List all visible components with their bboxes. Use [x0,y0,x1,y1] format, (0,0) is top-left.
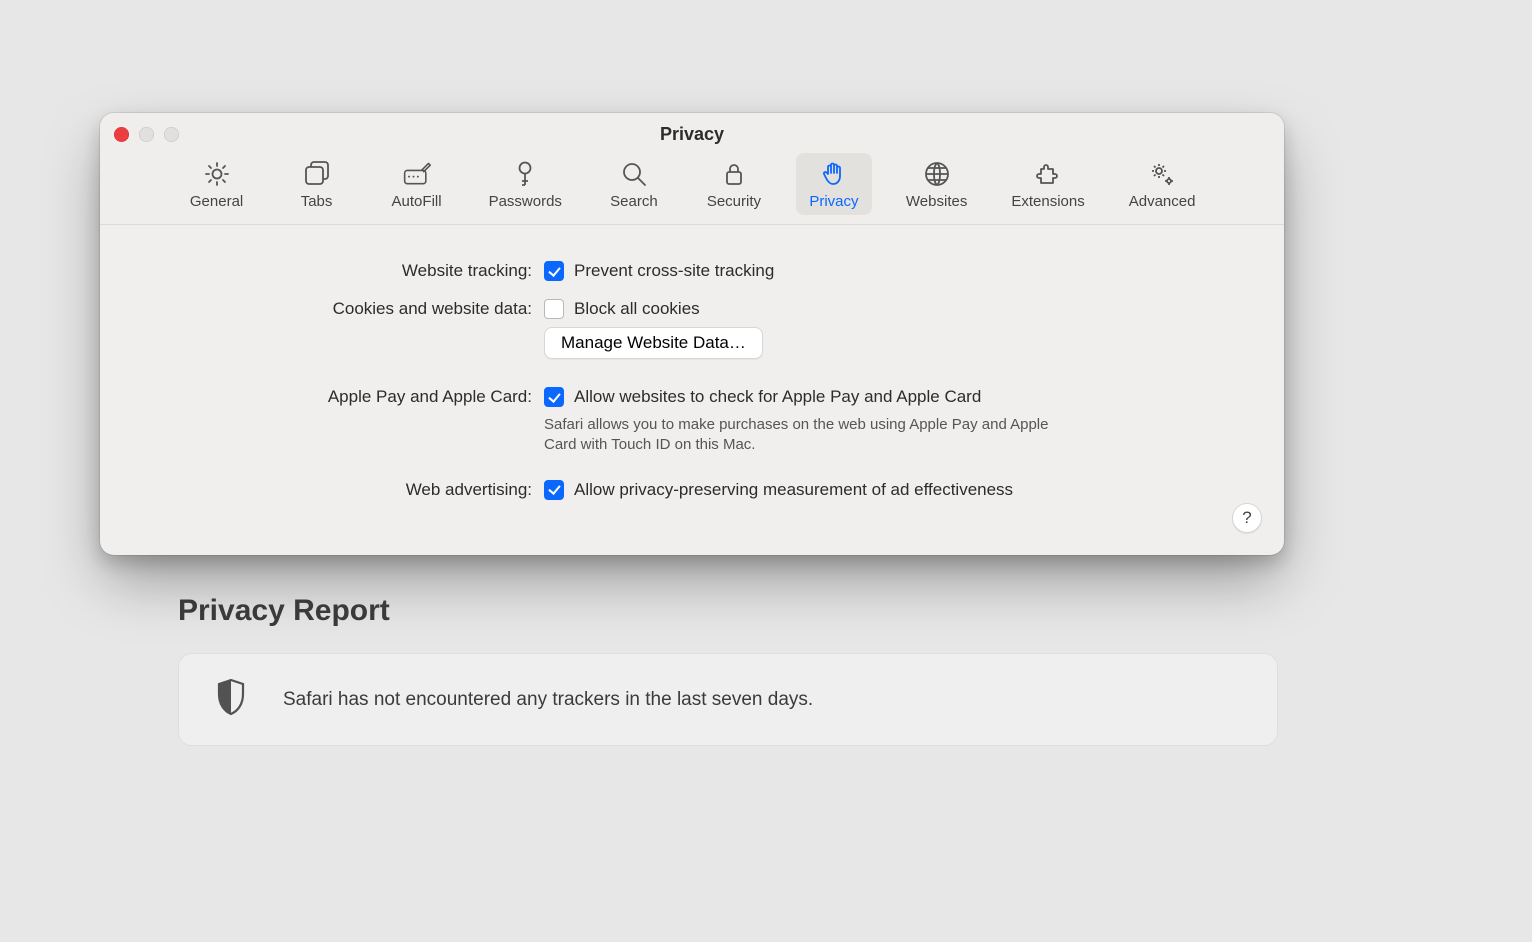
tab-advanced[interactable]: Advanced [1119,153,1206,215]
tab-label: Websites [906,193,967,210]
lock-icon [719,157,749,191]
tab-label: Advanced [1129,193,1196,210]
tab-label: Passwords [489,193,562,210]
checkbox-label: Block all cookies [574,299,700,319]
prevent-cross-site-tracking-checkbox[interactable]: Prevent cross-site tracking [544,261,774,281]
allow-apple-pay-check-checkbox[interactable]: Allow websites to check for Apple Pay an… [544,387,1064,407]
privacy-report-card: Safari has not encountered any trackers … [178,653,1278,746]
privacy-preferences-window: Privacy General Tabs AutoFill [100,113,1284,555]
tab-security[interactable]: Security [696,153,772,215]
tab-extensions[interactable]: Extensions [1001,153,1094,215]
checkbox-icon [544,387,564,407]
checkbox-label: Allow websites to check for Apple Pay an… [574,387,981,407]
window-title: Privacy [100,124,1284,145]
checkbox-icon [544,261,564,281]
tab-general[interactable]: General [179,153,255,215]
web-advertising-label: Web advertising: [140,480,544,500]
checkbox-label: Allow privacy-preserving measurement of … [574,480,1013,500]
tab-label: Security [707,193,761,210]
key-icon [510,157,540,191]
website-tracking-label: Website tracking: [140,261,544,281]
pencil-card-icon [402,157,432,191]
tab-label: Extensions [1011,193,1084,210]
checkbox-icon [544,299,564,319]
cookies-label: Cookies and website data: [140,299,544,319]
tab-label: General [190,193,243,210]
checkbox-icon [544,480,564,500]
privacy-form: Website tracking: Prevent cross-site tra… [100,225,1284,555]
search-icon [619,157,649,191]
hand-icon [819,157,849,191]
tab-tabs[interactable]: Tabs [279,153,355,215]
tab-label: Search [610,193,658,210]
apple-pay-subtext: Safari allows you to make purchases on t… [544,415,1064,456]
privacy-report-heading: Privacy Report [178,594,390,628]
privacy-report-message: Safari has not encountered any trackers … [283,689,813,711]
titlebar: Privacy General Tabs AutoFill [100,113,1284,225]
tab-label: AutoFill [392,193,442,210]
gears-icon [1147,157,1177,191]
tab-passwords[interactable]: Passwords [479,153,572,215]
preferences-toolbar: General Tabs AutoFill Passwords [100,153,1284,215]
tab-autofill[interactable]: AutoFill [379,153,455,215]
allow-ad-measurement-checkbox[interactable]: Allow privacy-preserving measurement of … [544,480,1013,500]
tab-label: Privacy [809,193,858,210]
gear-icon [202,157,232,191]
shield-icon [215,678,247,721]
globe-icon [922,157,952,191]
checkbox-label: Prevent cross-site tracking [574,261,774,281]
block-all-cookies-checkbox[interactable]: Block all cookies [544,299,763,319]
tab-privacy[interactable]: Privacy [796,153,872,215]
apple-pay-label: Apple Pay and Apple Card: [140,387,544,407]
help-button[interactable]: ? [1232,503,1262,533]
tab-websites[interactable]: Websites [896,153,977,215]
manage-website-data-button[interactable]: Manage Website Data… [544,327,763,359]
tab-search[interactable]: Search [596,153,672,215]
tab-label: Tabs [301,193,333,210]
tabs-icon [302,157,332,191]
puzzle-icon [1033,157,1063,191]
